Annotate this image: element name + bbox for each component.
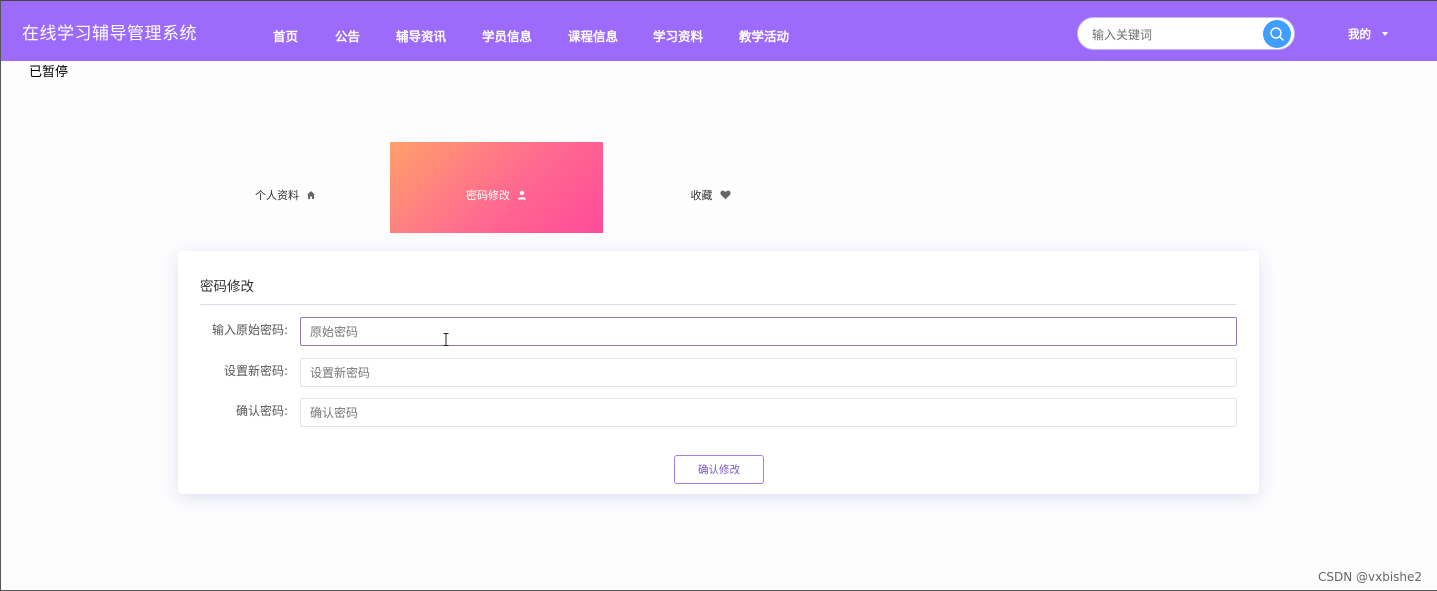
tab-favorites[interactable]: 收藏: [604, 142, 817, 233]
nav-item-study-materials[interactable]: 学习资料: [653, 26, 703, 45]
search-box: [1077, 17, 1295, 50]
nav-item-home[interactable]: 首页: [273, 26, 298, 45]
search-button[interactable]: [1263, 20, 1291, 48]
heart-icon: [719, 190, 731, 200]
my-account-menu[interactable]: 我的: [1348, 26, 1371, 42]
tab-password-change[interactable]: 密码修改: [390, 142, 603, 233]
new-password-input[interactable]: [300, 358, 1237, 387]
nav-item-announcements[interactable]: 公告: [335, 26, 360, 45]
text-cursor-icon: [443, 333, 449, 346]
password-change-card: 密码修改 输入原始密码: 设置新密码: 确认密码: 确认修改: [178, 251, 1259, 494]
watermark: CSDN @vxbishe2: [1318, 570, 1423, 584]
old-password-input[interactable]: [300, 317, 1237, 346]
tab-password-label: 密码修改: [466, 189, 510, 202]
user-icon: [518, 190, 526, 200]
confirm-password-input[interactable]: [300, 398, 1237, 427]
search-input[interactable]: [1092, 26, 1252, 43]
nav-item-tutoring-news[interactable]: 辅导资讯: [396, 26, 446, 45]
nav-item-student-info[interactable]: 学员信息: [482, 26, 532, 45]
top-nav-bar: 在线学习辅导管理系统 首页 公告 辅导资讯 学员信息 课程信息 学习资料 教学活…: [1, 1, 1437, 61]
nav-item-course-info[interactable]: 课程信息: [568, 26, 618, 45]
site-title: 在线学习辅导管理系统: [22, 24, 197, 44]
divider: [200, 304, 1236, 305]
chevron-down-icon[interactable]: [1382, 32, 1388, 36]
old-password-label: 输入原始密码:: [211, 323, 288, 337]
confirm-password-label: 确认密码:: [235, 404, 288, 418]
tab-profile[interactable]: 个人资料: [179, 142, 392, 233]
home-icon: [307, 191, 315, 199]
tab-favorites-label: 收藏: [690, 189, 713, 202]
nav-item-teaching-activities[interactable]: 教学活动: [739, 26, 789, 45]
confirm-change-button[interactable]: 确认修改: [674, 455, 764, 484]
tab-profile-label: 个人资料: [255, 189, 299, 202]
card-title: 密码修改: [200, 279, 254, 295]
new-password-label: 设置新密码:: [223, 364, 288, 378]
paused-overlay-text: 已暂停: [29, 65, 69, 80]
search-icon: [1270, 27, 1284, 41]
